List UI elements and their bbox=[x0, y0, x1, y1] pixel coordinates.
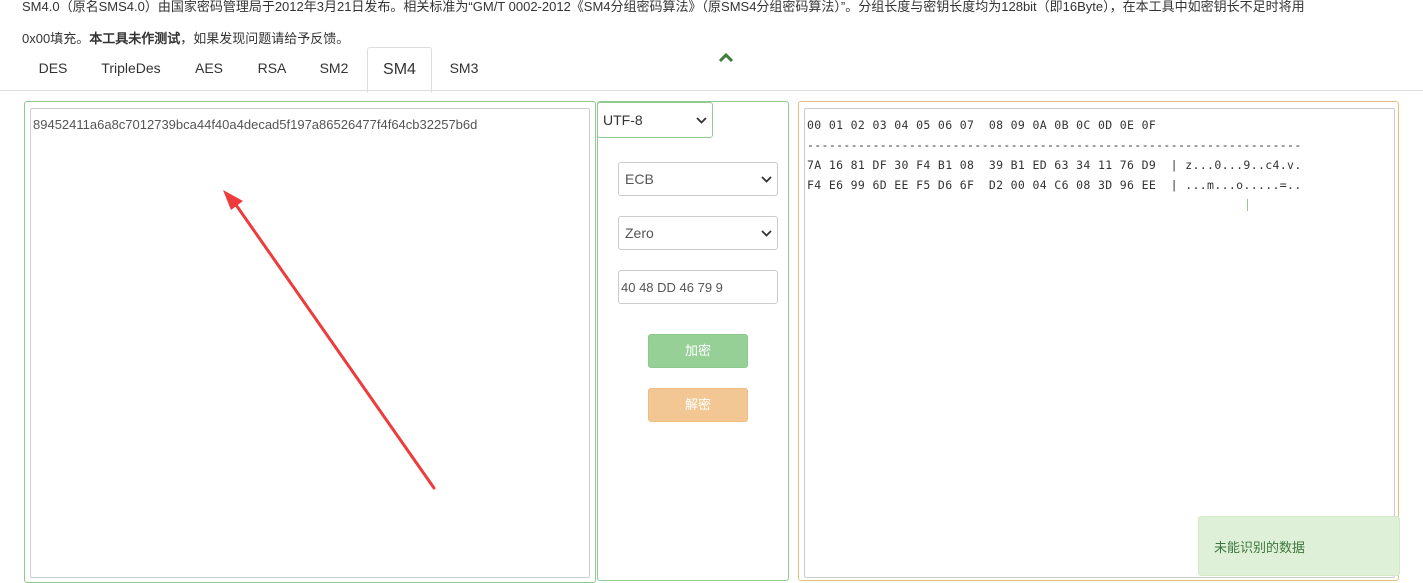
intro-line-2-prefix: 0x00填充。 bbox=[22, 31, 90, 46]
hex-separator: ----------------------------------------… bbox=[807, 138, 1302, 152]
encoding-select[interactable]: UTF-8 bbox=[597, 102, 713, 138]
intro-line-1: SM4.0（原名SMS4.0）由国家密码管理局于2012年3月21日发布。相关标… bbox=[22, 0, 1305, 14]
decrypt-button[interactable]: 解密 bbox=[648, 388, 748, 422]
encrypt-button[interactable]: 加密 bbox=[648, 334, 748, 368]
padding-select[interactable]: Zero bbox=[618, 216, 778, 250]
tab-sm2[interactable]: SM2 bbox=[302, 46, 366, 90]
tab-des[interactable]: DES bbox=[20, 46, 86, 90]
tab-rsa[interactable]: RSA bbox=[242, 46, 302, 90]
tab-sm4[interactable]: SM4 bbox=[367, 47, 432, 93]
padding-select-value: Zero bbox=[625, 225, 654, 241]
mode-select-value: ECB bbox=[625, 171, 654, 187]
text-caret bbox=[1247, 199, 1248, 211]
tab-sm3[interactable]: SM3 bbox=[432, 46, 496, 90]
chevron-down-icon bbox=[761, 176, 772, 183]
plaintext-input[interactable]: 89452411a6a8c7012739bca44f40a4decad5f197… bbox=[30, 108, 590, 578]
hex-column-header: 00 01 02 03 04 05 06 07 08 09 0A 0B 0C 0… bbox=[807, 118, 1157, 132]
tab-tripledes[interactable]: TripleDes bbox=[86, 46, 176, 90]
chevron-up-icon[interactable] bbox=[719, 53, 733, 63]
tab-aes[interactable]: AES bbox=[176, 46, 242, 90]
intro-line-2-suffix: ，如果发现问题请给予反馈。 bbox=[180, 31, 350, 46]
toast-message: 未能识别的数据 bbox=[1214, 540, 1306, 555]
intro-warning: 本工具未作测试 bbox=[89, 31, 181, 46]
hex-row: 7A 16 81 DF 30 F4 B1 08 39 B1 ED 63 34 1… bbox=[807, 158, 1302, 172]
tab-divider bbox=[0, 90, 1423, 91]
chevron-down-icon bbox=[761, 230, 772, 237]
toast-notification: 未能识别的数据 bbox=[1198, 516, 1400, 576]
mode-select[interactable]: ECB bbox=[618, 162, 778, 196]
chevron-down-icon bbox=[696, 117, 707, 124]
key-input[interactable] bbox=[618, 270, 778, 304]
hex-row: F4 E6 99 6D EE F5 D6 6F D2 00 04 C6 08 3… bbox=[807, 178, 1302, 192]
encoding-select-value: UTF-8 bbox=[603, 112, 643, 128]
algorithm-tabs: DES TripleDes AES RSA SM2 SM4 SM3 bbox=[20, 46, 1400, 93]
